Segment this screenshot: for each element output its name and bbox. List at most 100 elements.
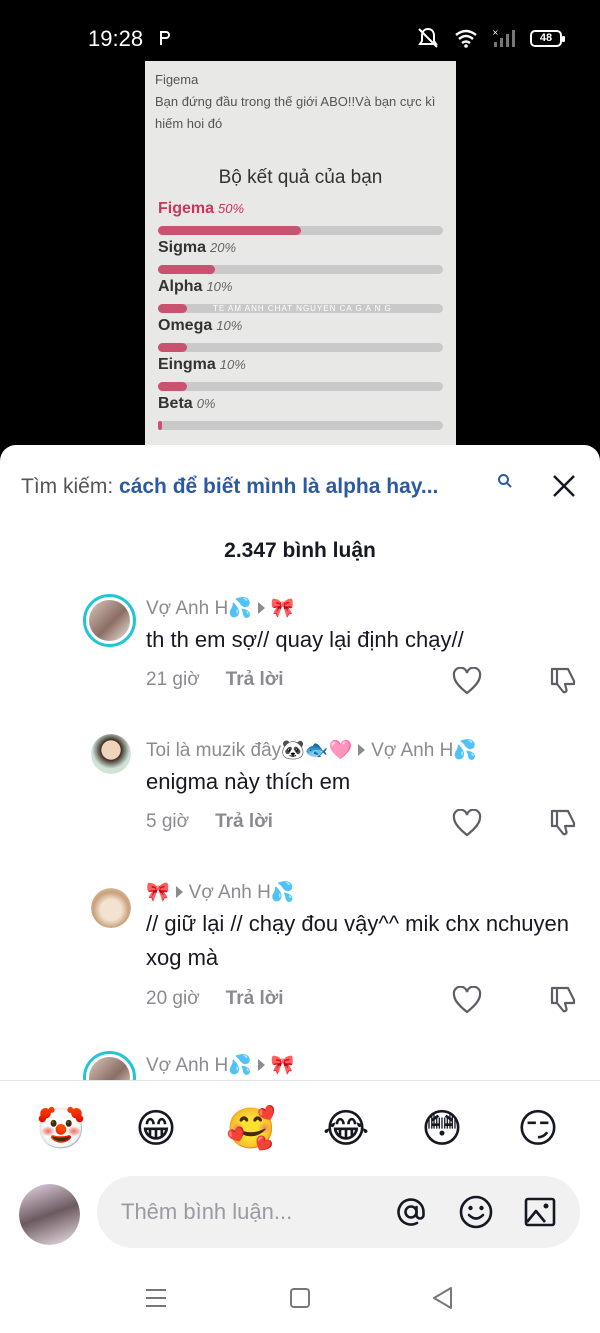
search-prefix: Tìm kiếm: bbox=[21, 475, 114, 498]
battery-icon: 48 bbox=[530, 29, 565, 47]
comment-username[interactable]: Vợ Anh H💦 🎀 bbox=[146, 1053, 295, 1077]
comment-username[interactable]: 🎀 Vợ Anh H💦 bbox=[146, 880, 295, 904]
reply-arrow-icon bbox=[257, 1059, 265, 1071]
result-bar-fill bbox=[158, 343, 187, 352]
image-icon[interactable] bbox=[522, 1194, 558, 1230]
result-label: Figema bbox=[158, 200, 215, 217]
system-nav-bar bbox=[0, 1265, 600, 1333]
divider bbox=[0, 1080, 600, 1081]
emoji-hearts-button[interactable]: 🥰 bbox=[225, 1103, 277, 1155]
home-icon[interactable] bbox=[287, 1285, 313, 1311]
dislike-icon[interactable] bbox=[548, 665, 578, 695]
heart-icon[interactable] bbox=[452, 986, 482, 1014]
menu-icon[interactable] bbox=[143, 1285, 169, 1311]
result-percent: 10% bbox=[206, 279, 233, 294]
comment-input-box[interactable] bbox=[97, 1176, 580, 1248]
reply-arrow-icon bbox=[257, 602, 265, 614]
comment-meta: 21 giờ Trả lời bbox=[146, 669, 284, 691]
reply-button[interactable]: Trả lời bbox=[215, 811, 273, 833]
comment-text: // giữ lại // chạy đou vậy^^ mik chx nch… bbox=[146, 911, 570, 970]
result-row: Beta 0% bbox=[158, 395, 443, 430]
emoji-clown-button[interactable]: 🤡 bbox=[35, 1103, 87, 1155]
avatar[interactable] bbox=[91, 888, 131, 928]
comment-input[interactable] bbox=[121, 1194, 391, 1230]
video-preview[interactable]: Figema Bạn đứng đầu trong thế giới ABO!!… bbox=[145, 61, 456, 445]
comment-username[interactable]: Toi là muzik đây🐼🐟🩷 Vợ Anh H💦 bbox=[146, 738, 477, 762]
status-time: 19:28 bbox=[88, 26, 144, 51]
video-watermark: TE AM ANH CHAT NGUYEN CA G A N G bbox=[213, 304, 392, 313]
reply-arrow-icon bbox=[358, 744, 366, 756]
quick-emoji-bar: 🤡 😁 🥰 😂 😳 😏 bbox=[0, 1103, 600, 1155]
avatar[interactable] bbox=[83, 1051, 136, 1080]
comment-count: 2.347 bình luận bbox=[224, 539, 376, 562]
result-row: Alpha 10% TE AM ANH CHAT NGUYEN CA G A N … bbox=[158, 278, 443, 313]
result-bar-track bbox=[158, 226, 443, 235]
heart-icon[interactable] bbox=[452, 667, 482, 695]
result-percent: 0% bbox=[196, 396, 216, 411]
comment-author[interactable]: 🎀 bbox=[146, 880, 170, 904]
my-avatar[interactable] bbox=[19, 1184, 80, 1245]
result-row: Sigma 20% bbox=[158, 239, 443, 274]
comment-username[interactable]: Vợ Anh H💦 🎀 bbox=[146, 596, 295, 620]
comment-meta: 5 giờ Trả lời bbox=[146, 811, 273, 833]
reply-button[interactable]: Trả lời bbox=[226, 669, 284, 691]
result-row: Omega 10% bbox=[158, 317, 443, 352]
comment-time: 21 giờ bbox=[146, 669, 200, 690]
avatar[interactable] bbox=[91, 734, 131, 774]
comment-reply-to[interactable]: Vợ Anh H💦 bbox=[189, 880, 295, 904]
wifi-icon bbox=[455, 29, 477, 48]
app-notification-icon bbox=[160, 31, 170, 45]
comment-author[interactable]: Vợ Anh H💦 bbox=[146, 596, 252, 620]
result-label: Sigma bbox=[158, 239, 207, 256]
result-bar-track bbox=[158, 421, 443, 430]
comment-reply-to[interactable]: 🎀 bbox=[271, 1053, 295, 1077]
result-row: Figema 50% bbox=[158, 200, 443, 235]
status-icons: × 48 bbox=[416, 27, 565, 49]
emoji-laugh-button[interactable]: 😂 bbox=[320, 1103, 372, 1155]
search-icon[interactable] bbox=[497, 473, 513, 489]
result-bar-track bbox=[158, 382, 443, 391]
close-icon[interactable] bbox=[551, 473, 577, 499]
mute-bell-icon bbox=[418, 27, 438, 48]
comment-author[interactable]: Vợ Anh H💦 bbox=[146, 1053, 252, 1077]
comment-meta: 20 giờ Trả lời bbox=[146, 988, 284, 1010]
result-percent: 10% bbox=[219, 357, 246, 372]
search-suggestion[interactable]: Tìm kiếm: cách để biết mình là alpha hay… bbox=[21, 475, 521, 499]
emoji-smirk-button[interactable]: 😏 bbox=[512, 1103, 564, 1155]
result-label: Alpha bbox=[158, 278, 203, 295]
emoji-flushed-button[interactable]: 😳 bbox=[416, 1103, 468, 1155]
result-bar-fill bbox=[158, 421, 163, 430]
result-percent: 20% bbox=[210, 240, 237, 255]
result-bar-track bbox=[158, 343, 443, 352]
comment-author[interactable]: Toi là muzik đây🐼🐟🩷 bbox=[146, 738, 352, 762]
comments-sheet: Tìm kiếm: cách để biết mình là alpha hay… bbox=[0, 445, 600, 1333]
back-icon[interactable] bbox=[430, 1285, 456, 1311]
result-bar-fill bbox=[158, 226, 301, 235]
mention-icon[interactable] bbox=[393, 1194, 429, 1230]
avatar[interactable] bbox=[83, 594, 136, 647]
result-label: Omega bbox=[158, 317, 213, 334]
emoji-icon[interactable] bbox=[458, 1194, 494, 1230]
reply-arrow-icon bbox=[175, 886, 183, 898]
comment-reply-to[interactable]: 🎀 bbox=[271, 596, 295, 620]
search-query[interactable]: cách để biết mình là alpha hay... bbox=[119, 475, 438, 498]
dislike-icon[interactable] bbox=[548, 807, 578, 837]
emoji-grin-button[interactable]: 😁 bbox=[130, 1103, 182, 1155]
comment-time: 5 giờ bbox=[146, 811, 190, 832]
comment-reply-to[interactable]: Vợ Anh H💦 bbox=[371, 738, 477, 762]
video-header-text: Bạn đứng đầu trong thế giới ABO!!Và bạn … bbox=[155, 94, 436, 131]
dislike-icon[interactable] bbox=[548, 984, 578, 1014]
reply-button[interactable]: Trả lời bbox=[226, 988, 284, 1010]
result-bar-fill bbox=[158, 265, 215, 274]
result-label: Beta bbox=[158, 395, 193, 412]
signal-icon: × bbox=[492, 28, 515, 47]
heart-icon[interactable] bbox=[452, 809, 482, 837]
video-header-name: Figema bbox=[155, 72, 199, 87]
comment-time: 20 giờ bbox=[146, 988, 200, 1009]
results-title: Bộ kết quả của bạn bbox=[218, 167, 383, 188]
comment-input-row bbox=[0, 1175, 600, 1255]
video-header: Figema Bạn đứng đầu trong thế giới ABO!!… bbox=[155, 69, 450, 135]
comment-text: enigma này thích em bbox=[146, 769, 351, 794]
result-label: Eingma bbox=[158, 356, 216, 373]
result-bar-fill bbox=[158, 304, 187, 313]
